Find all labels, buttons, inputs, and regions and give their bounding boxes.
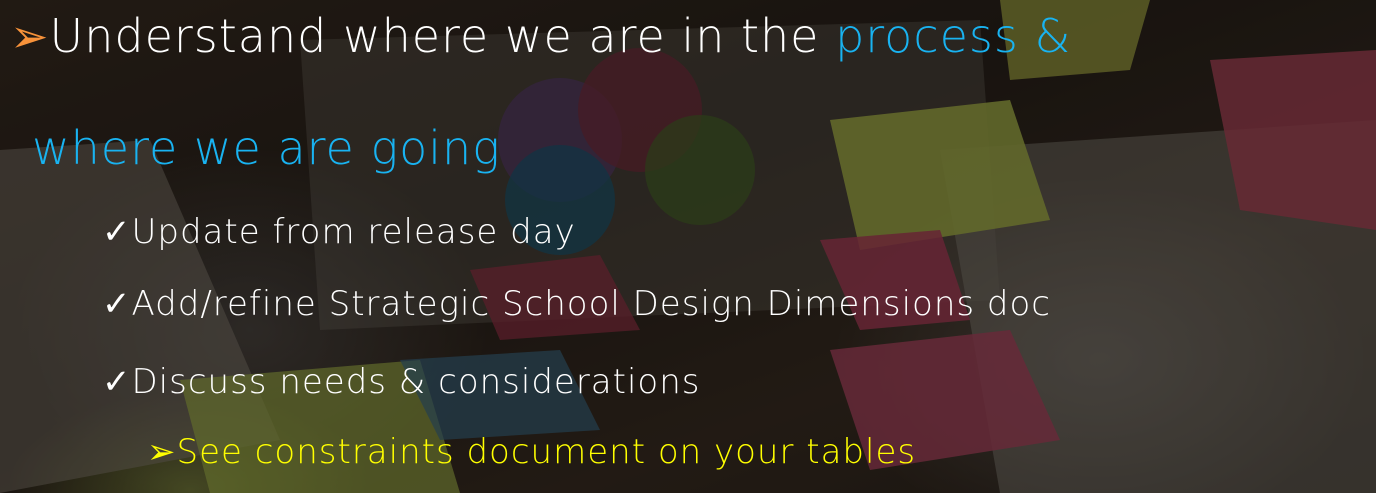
check-item-text: Update from release day bbox=[131, 212, 576, 252]
check-icon: ✓ bbox=[102, 362, 132, 402]
check-icon: ✓ bbox=[102, 284, 132, 324]
sub-item: ➢See constraints document on your tables bbox=[147, 428, 916, 476]
check-item-1: ✓Update from release day bbox=[102, 208, 576, 256]
check-item-text: Discuss needs & considerations bbox=[131, 362, 701, 402]
arrow-bullet-icon: ➢ bbox=[10, 9, 50, 63]
heading-highlight: process & bbox=[835, 9, 1072, 63]
check-item-2: ✓Add/refine Strategic School Design Dime… bbox=[102, 280, 1051, 328]
check-icon: ✓ bbox=[102, 212, 132, 252]
slide-content: ➢Understand where we are in the process … bbox=[0, 0, 1376, 493]
sub-item-text: See constraints document on your tables bbox=[176, 432, 917, 472]
check-item-text: Add/refine Strategic School Design Dimen… bbox=[131, 284, 1051, 324]
arrow-bullet-icon: ➢ bbox=[147, 432, 177, 472]
check-item-3: ✓Discuss needs & considerations bbox=[102, 358, 701, 406]
heading-line-1: ➢Understand where we are in the process … bbox=[10, 6, 1071, 66]
heading-line-2: where we are going bbox=[32, 121, 501, 175]
heading-text: Understand where we are in the bbox=[49, 9, 836, 63]
